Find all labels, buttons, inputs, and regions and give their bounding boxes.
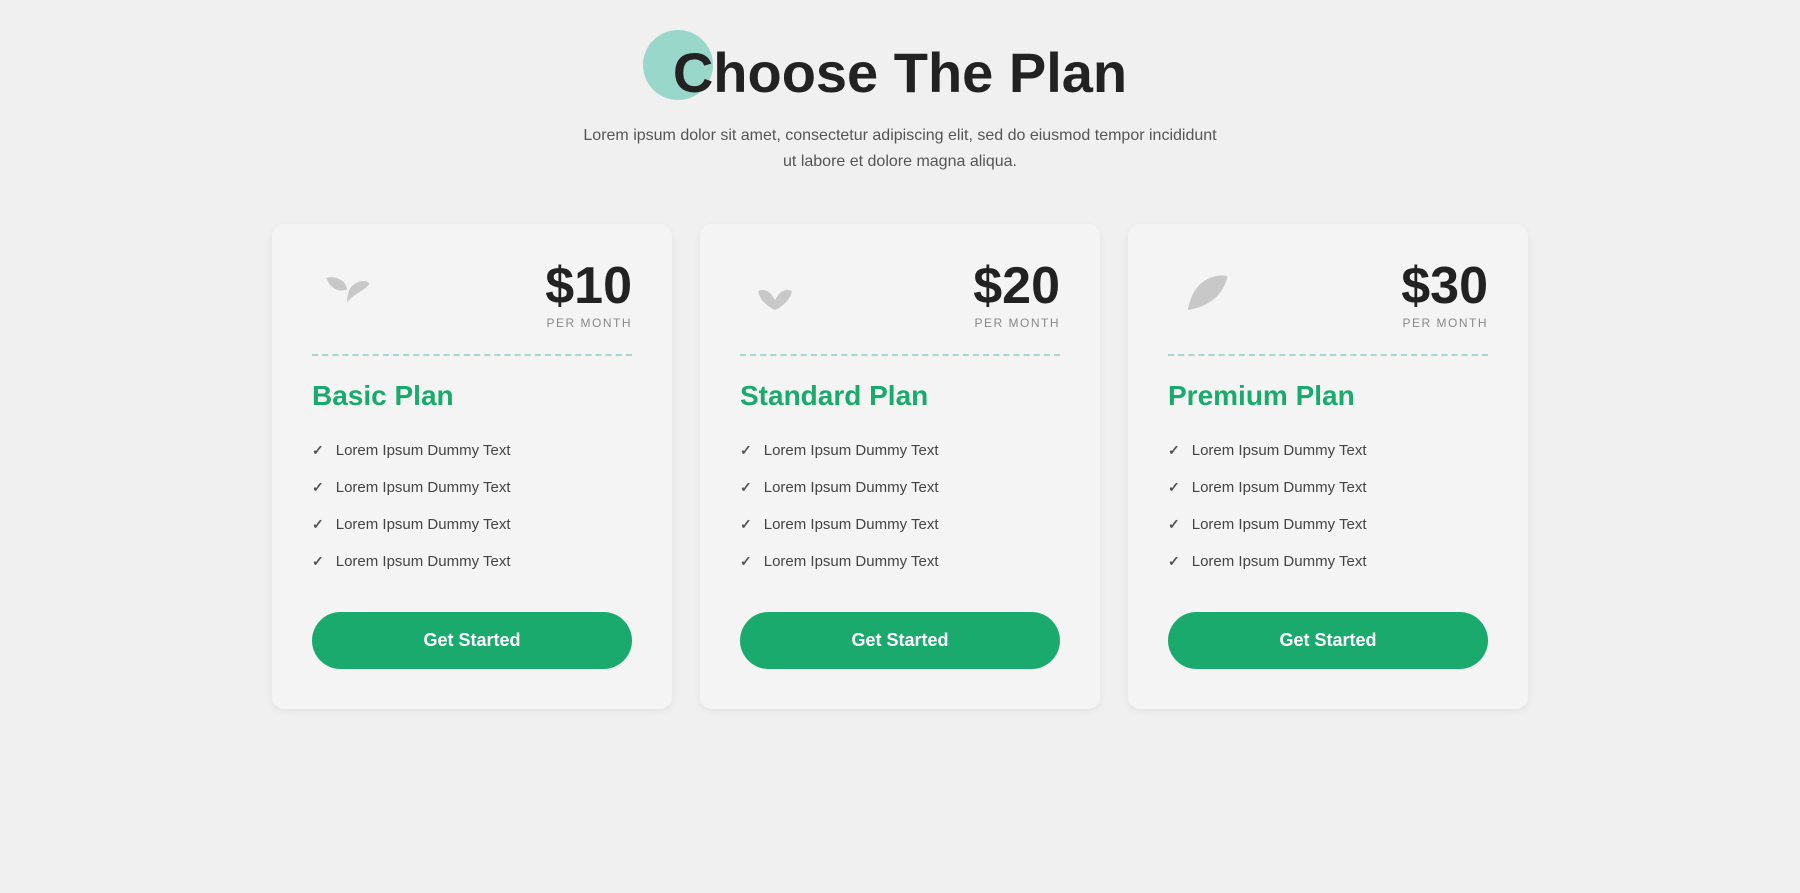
- plan-icon-basic: [312, 260, 382, 330]
- page-title: Choose The Plan: [673, 40, 1127, 105]
- plan-price-basic: $10: [545, 260, 632, 312]
- plan-divider-standard: [740, 354, 1060, 356]
- page-header: Choose The Plan Lorem ipsum dolor sit am…: [580, 40, 1220, 174]
- list-item: ✓Lorem Ipsum Dummy Text: [312, 506, 632, 543]
- list-item: ✓Lorem Ipsum Dummy Text: [1168, 543, 1488, 580]
- plan-top-premium: $30 PER MONTH: [1168, 260, 1488, 330]
- list-item: ✓Lorem Ipsum Dummy Text: [740, 506, 1060, 543]
- get-started-button-premium[interactable]: Get Started: [1168, 612, 1488, 669]
- plan-top-basic: $10 PER MONTH: [312, 260, 632, 330]
- plan-period-standard: PER MONTH: [973, 316, 1060, 330]
- get-started-button-basic[interactable]: Get Started: [312, 612, 632, 669]
- page-subtitle: Lorem ipsum dolor sit amet, consectetur …: [580, 123, 1220, 174]
- check-icon: ✓: [1168, 442, 1180, 459]
- list-item: ✓Lorem Ipsum Dummy Text: [1168, 432, 1488, 469]
- check-icon: ✓: [740, 479, 752, 496]
- title-wrapper: Choose The Plan: [673, 40, 1127, 105]
- plan-card-basic: $10 PER MONTH Basic Plan ✓Lorem Ipsum Du…: [272, 224, 672, 709]
- plan-divider-premium: [1168, 354, 1488, 356]
- sprout-icon: [317, 265, 377, 325]
- plan-period-basic: PER MONTH: [545, 316, 632, 330]
- plan-price-standard: $20: [973, 260, 1060, 312]
- check-icon: ✓: [740, 442, 752, 459]
- list-item: ✓Lorem Ipsum Dummy Text: [312, 432, 632, 469]
- plan-card-premium: $30 PER MONTH Premium Plan ✓Lorem Ipsum …: [1128, 224, 1528, 709]
- plan-divider-basic: [312, 354, 632, 356]
- plan-features-basic: ✓Lorem Ipsum Dummy Text ✓Lorem Ipsum Dum…: [312, 432, 632, 580]
- check-icon: ✓: [740, 553, 752, 570]
- plan-price-block-basic: $10 PER MONTH: [545, 260, 632, 330]
- plan-name-standard: Standard Plan: [740, 380, 1060, 412]
- plan-features-standard: ✓Lorem Ipsum Dummy Text ✓Lorem Ipsum Dum…: [740, 432, 1060, 580]
- list-item: ✓Lorem Ipsum Dummy Text: [740, 469, 1060, 506]
- leaf-icon: [1173, 265, 1233, 325]
- list-item: ✓Lorem Ipsum Dummy Text: [312, 469, 632, 506]
- list-item: ✓Lorem Ipsum Dummy Text: [740, 543, 1060, 580]
- check-icon: ✓: [312, 553, 324, 570]
- plan-icon-standard: [740, 260, 810, 330]
- plan-price-block-standard: $20 PER MONTH: [973, 260, 1060, 330]
- check-icon: ✓: [1168, 479, 1180, 496]
- plan-name-basic: Basic Plan: [312, 380, 632, 412]
- list-item: ✓Lorem Ipsum Dummy Text: [312, 543, 632, 580]
- check-icon: ✓: [312, 479, 324, 496]
- lotus-icon: [745, 265, 805, 325]
- check-icon: ✓: [312, 516, 324, 533]
- check-icon: ✓: [1168, 553, 1180, 570]
- list-item: ✓Lorem Ipsum Dummy Text: [1168, 506, 1488, 543]
- plan-top-standard: $20 PER MONTH: [740, 260, 1060, 330]
- check-icon: ✓: [1168, 516, 1180, 533]
- plan-card-standard: $20 PER MONTH Standard Plan ✓Lorem Ipsum…: [700, 224, 1100, 709]
- check-icon: ✓: [312, 442, 324, 459]
- plan-features-premium: ✓Lorem Ipsum Dummy Text ✓Lorem Ipsum Dum…: [1168, 432, 1488, 580]
- get-started-button-standard[interactable]: Get Started: [740, 612, 1060, 669]
- plan-name-premium: Premium Plan: [1168, 380, 1488, 412]
- check-icon: ✓: [740, 516, 752, 533]
- plan-icon-premium: [1168, 260, 1238, 330]
- plan-price-block-premium: $30 PER MONTH: [1401, 260, 1488, 330]
- list-item: ✓Lorem Ipsum Dummy Text: [1168, 469, 1488, 506]
- plans-container: $10 PER MONTH Basic Plan ✓Lorem Ipsum Du…: [250, 224, 1550, 709]
- list-item: ✓Lorem Ipsum Dummy Text: [740, 432, 1060, 469]
- plan-period-premium: PER MONTH: [1401, 316, 1488, 330]
- plan-price-premium: $30: [1401, 260, 1488, 312]
